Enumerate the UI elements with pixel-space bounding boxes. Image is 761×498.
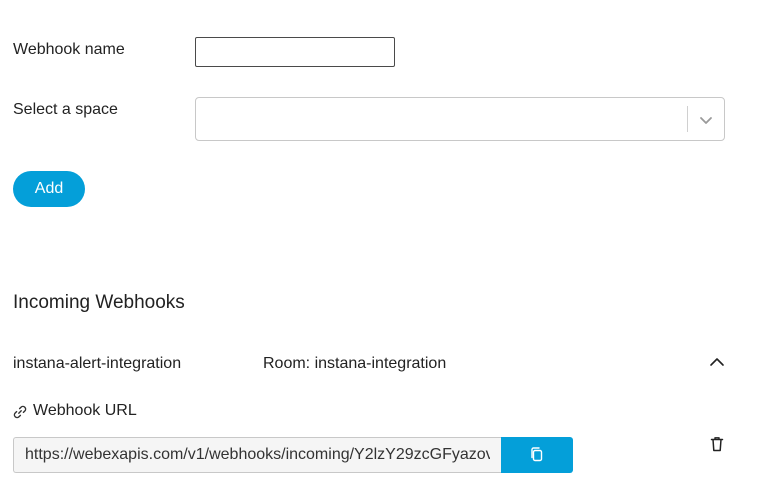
copy-icon [529, 446, 545, 464]
webhook-url-label: Webhook URL [33, 402, 137, 419]
select-divider [687, 106, 688, 132]
select-space-label: Select a space [13, 101, 118, 118]
webhook-name-label: Webhook name [13, 41, 125, 58]
chevron-down-icon[interactable] [696, 110, 716, 130]
webhook-name-input[interactable] [195, 37, 395, 67]
chevron-up-icon[interactable] [707, 352, 727, 372]
add-button[interactable]: Add [13, 171, 85, 207]
webhook-item-name: instana-alert-integration [13, 355, 182, 372]
webhook-item-room: Room: instana-integration [263, 355, 447, 372]
copy-url-button[interactable] [501, 437, 573, 473]
space-select[interactable] [195, 97, 725, 141]
webhook-url-field[interactable] [13, 437, 501, 473]
trash-icon[interactable] [709, 435, 725, 453]
link-icon [12, 404, 28, 420]
section-title: Incoming Webhooks [13, 292, 185, 313]
